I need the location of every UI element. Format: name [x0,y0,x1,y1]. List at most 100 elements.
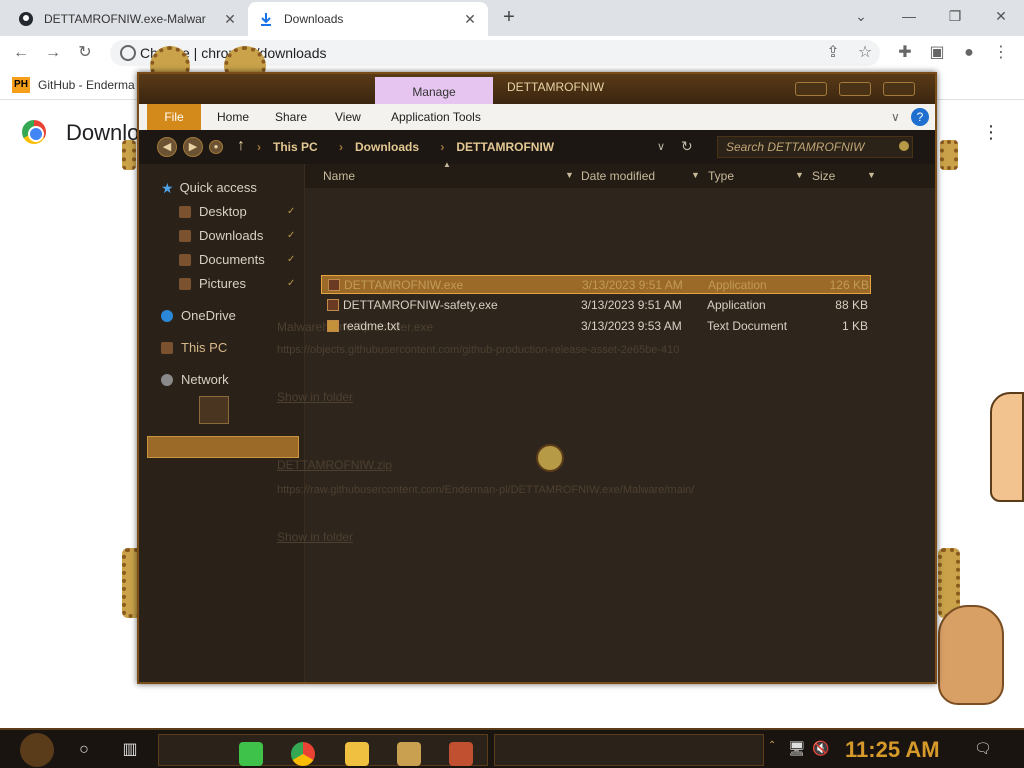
up-button[interactable]: ↑ [231,137,251,157]
column-type[interactable]: Type [708,169,734,183]
explorer-title: DETTAMROFNIW [507,80,605,94]
column-size[interactable]: Size [812,169,835,183]
search-input[interactable]: Search DETTAMROFNIW [717,136,913,158]
file-type: Application [707,298,766,312]
exe-icon [327,299,339,311]
tab-search-icon[interactable]: ⌄ [846,4,876,28]
nav-this-pc-selected [147,436,299,458]
nav-downloads[interactable]: Downloads [179,226,263,246]
file-row[interactable]: DETTAMROFNIW-safety.exe 3/13/2023 9:51 A… [321,296,871,315]
column-filter-icon[interactable]: ▼ [795,170,804,180]
file-type: Text Document [707,319,788,333]
notifications-icon[interactable]: 🗨 [974,740,992,757]
ribbon-tabs: File Home Share View Application Tools ∨… [139,104,935,130]
file-row[interactable]: DETTAMROFNIW.exe 3/13/2023 9:51 AM Appli… [321,275,871,294]
search-icon[interactable]: ○ [72,738,96,762]
crumb-downloads[interactable]: Downloads [355,140,419,154]
file-explorer-app-icon[interactable] [345,742,369,766]
pin-icon: ✓ [287,230,296,241]
bookmark-star-icon[interactable]: ☆ [854,42,876,64]
crumb-dettamrofniw[interactable]: DETTAMROFNIW [456,140,554,154]
squirrel-app-icon[interactable] [449,742,473,766]
minimize-button[interactable]: — [894,4,924,28]
volume-muted-icon[interactable]: 🔇 [812,740,829,757]
maximize-button[interactable] [839,82,871,96]
recent-locations-icon[interactable]: ● [209,140,223,154]
chrome-app-icon[interactable] [291,742,315,766]
extensions-icon[interactable]: ✚ [894,42,916,64]
new-tab-button[interactable]: + [498,6,520,28]
close-tab-icon[interactable]: ✕ [462,11,478,28]
downloads-menu-icon[interactable]: ⋮ [982,122,1000,143]
notes-app-icon[interactable] [239,742,263,766]
nav-quick-access[interactable]: ★ Quick access [161,178,257,198]
nav-label: Documents [199,252,265,267]
address-dropdown-icon[interactable]: ∨ [657,140,665,153]
nav-network[interactable]: Network [161,370,229,390]
search-icon [899,141,909,151]
file-row[interactable]: readme.txt 3/13/2023 9:53 AM Text Docume… [321,317,871,336]
nav-pictures[interactable]: Pictures [179,274,246,294]
help-icon[interactable]: ? [911,108,929,126]
crumb-this-pc[interactable]: This PC [273,140,318,154]
text-file-icon [327,320,339,332]
tab-view[interactable]: View [325,104,371,130]
close-tab-icon[interactable]: ✕ [222,11,238,28]
column-date-modified[interactable]: Date modified [581,169,655,183]
forward-button[interactable]: ▶ [183,137,203,157]
ribbon-expand-icon[interactable]: ∨ [891,110,900,124]
desktop-icon [179,206,191,218]
ghost-url: https://raw.githubusercontent.com/Enderm… [277,484,695,496]
task-view-icon[interactable]: ▥ [118,738,142,762]
manage-tab[interactable]: Manage [375,77,493,104]
tab-home[interactable]: Home [207,104,259,130]
nav-this-pc[interactable]: This PC [161,338,227,358]
nav-documents[interactable]: Documents [179,250,265,270]
column-filter-icon[interactable]: ▼ [867,170,876,180]
computer-icon [161,342,173,354]
nav-desktop[interactable]: Desktop [179,202,247,222]
clerk-mascot [990,392,1024,502]
tab-application-tools[interactable]: Application Tools [381,104,491,130]
bonzi-app-icon[interactable] [397,742,421,766]
minimize-button[interactable] [795,82,827,96]
bookmark-github[interactable]: GitHub - Enderma [38,78,135,92]
tab-downloads[interactable]: Downloads ✕ [248,2,488,36]
profile-avatar[interactable]: ● [958,42,980,64]
navigation-pane: ★ Quick access Desktop ✓ Downloads ✓ Doc… [139,164,305,682]
column-filter-icon[interactable]: ▼ [691,170,700,180]
close-window-button[interactable]: ✕ [986,4,1016,28]
file-size: 1 KB [841,319,868,333]
ghost-show-in-folder: Show in folder [277,390,354,404]
start-button[interactable] [20,733,54,767]
tab-share[interactable]: Share [265,104,317,130]
documents-icon [179,254,191,266]
back-button[interactable]: ◀ [157,137,177,157]
close-window-button[interactable] [883,82,915,96]
clock[interactable]: 11:25 AM [845,737,940,763]
refresh-icon[interactable]: ↻ [681,138,693,155]
back-button[interactable]: ← [10,42,32,64]
taskbar-running [494,734,764,766]
forward-button[interactable]: → [42,42,64,64]
tab-strip: DETTAMROFNIW.exe-Malwar ✕ Downloads ✕ + … [0,0,1024,36]
column-filter-icon[interactable]: ▼ [565,170,574,180]
nav-label: Desktop [199,204,247,219]
chrome-menu-icon[interactable]: ⋮ [990,42,1012,64]
cloud-icon [161,310,173,322]
tray-overflow-icon[interactable]: ⌃ [768,740,776,751]
tab-github[interactable]: DETTAMROFNIW.exe-Malwar ✕ [8,2,248,36]
network-status-icon[interactable]: 🖥 [788,740,806,757]
column-name[interactable]: Name [323,169,355,183]
share-icon[interactable]: ⇪ [822,42,844,64]
breadcrumb[interactable]: › This PC › Downloads › DETTAMROFNIW [257,136,697,158]
folder-icon [199,396,229,424]
nav-label: OneDrive [181,308,236,323]
side-panel-icon[interactable]: ▣ [926,42,948,64]
tab-file[interactable]: File [147,104,201,130]
nav-label: Quick access [179,180,257,195]
restore-button[interactable]: ❐ [940,4,970,28]
reload-button[interactable]: ↻ [74,42,96,64]
nav-onedrive[interactable]: OneDrive [161,306,236,326]
file-date: 3/13/2023 9:53 AM [581,319,682,333]
